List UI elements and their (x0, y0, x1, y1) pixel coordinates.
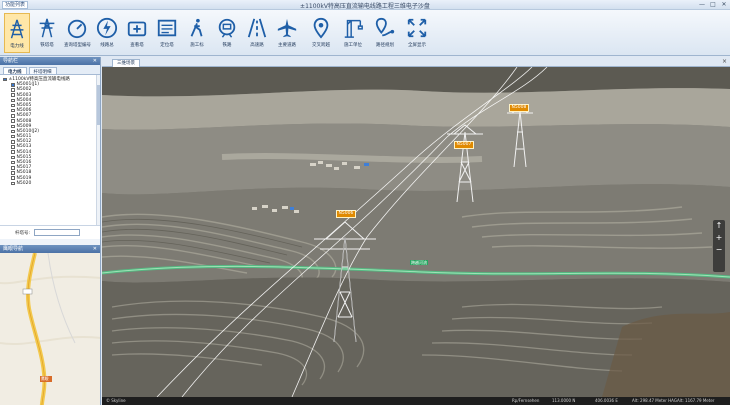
lightning-icon (96, 17, 118, 39)
train-icon (218, 18, 236, 38)
tower-icon (39, 18, 55, 38)
tool-query-tower[interactable]: 查询塔型编号 (64, 13, 91, 53)
checkbox-icon[interactable] (11, 129, 15, 134)
close-button[interactable]: ✕ (720, 1, 728, 9)
tree-item[interactable]: N5020 (3, 181, 100, 186)
document-tabs: 三维场景 × (102, 57, 730, 67)
tool-contractor[interactable]: 施工单位 (340, 13, 366, 53)
title-bar: 功能列表 ±1100kV特高压直流输电线路工程三维电子沙盘 — □ ✕ (0, 0, 730, 10)
checkbox-icon[interactable] (11, 155, 15, 160)
navigation-control: ↑ + − (713, 220, 725, 272)
checkbox-icon[interactable] (11, 108, 15, 113)
zoom-out-button[interactable]: − (713, 244, 725, 256)
checkbox-icon[interactable] (11, 145, 15, 149)
route-pin-icon (375, 17, 395, 37)
plane-icon (277, 18, 297, 38)
tower-search-label: 杆塔号: (15, 230, 31, 236)
main-viewport: 三维场景 × N5008 N5007 N5006 跨越河流 ↑ + − © Sk… (102, 57, 730, 405)
checkbox-icon[interactable] (11, 119, 15, 123)
tab-3d-scene[interactable]: 三维场景 (112, 59, 140, 67)
checkbox-icon[interactable] (11, 171, 15, 175)
walker-icon (190, 18, 203, 37)
tool-power-line[interactable]: 电力线 (4, 13, 30, 53)
crane-icon (344, 19, 363, 38)
checkbox-icon[interactable] (11, 160, 15, 165)
status-source: Rp/Fernsehen (512, 398, 540, 403)
tool-view-tower[interactable]: 查看塔 (124, 13, 150, 53)
tool-fullscreen[interactable]: 全屏显示 (404, 13, 430, 53)
tool-route-plan[interactable]: 路径规划 (372, 13, 398, 53)
status-bar: © Skyline Rp/Fernsehen 113.0000 N 406.00… (102, 397, 730, 405)
tree-item-label: N5020 (16, 180, 32, 186)
tower-label-n5006[interactable]: N5006 (336, 210, 356, 218)
checkbox-icon[interactable] (3, 77, 7, 82)
close-icon[interactable]: × (722, 58, 727, 65)
tower-label-n5007[interactable]: N5007 (454, 141, 474, 149)
tool-locate-tower[interactable]: 定位塔 (154, 13, 180, 53)
tool-crossing[interactable]: 交叉跨越 (308, 13, 334, 53)
tool-highway[interactable]: 高速路 (244, 13, 270, 53)
overview-map-header: 鹰眼导航 ✕ (0, 245, 100, 253)
tower-label-n5008[interactable]: N5008 (509, 104, 529, 112)
app-window: 功能列表 ±1100kV特高压直流输电线路工程三维电子沙盘 — □ ✕ 电力线 … (0, 0, 730, 405)
tab-tower-detail[interactable]: 杆塔明细 (28, 67, 57, 75)
tower-search-input[interactable] (34, 229, 81, 236)
pan-up-button[interactable]: ↑ (713, 220, 725, 232)
tool-main-road[interactable]: 主要道路 (274, 13, 300, 53)
status-longitude: 406.0036 E (595, 398, 618, 403)
checkbox-icon[interactable] (11, 98, 15, 103)
terrain-render (102, 67, 730, 397)
window-title: ±1100kV特高压直流输电线路工程三维电子沙盘 (300, 3, 430, 10)
minimize-button[interactable]: — (698, 1, 706, 9)
checkbox-icon[interactable] (11, 124, 15, 129)
checkbox-icon[interactable] (11, 103, 15, 108)
status-copyright: © Skyline (106, 398, 126, 403)
checkbox-icon[interactable] (11, 134, 15, 139)
tree-scrollbar[interactable] (96, 75, 100, 225)
list-icon (157, 19, 177, 37)
checkbox-icon[interactable] (11, 140, 15, 144)
status-altitude-hag: Alt: 298.47 Meter HAG (632, 398, 677, 403)
tool-tower[interactable]: 铁塔塔 (34, 13, 60, 53)
tab-power-line[interactable]: 电力线 (3, 67, 27, 75)
checkbox-icon[interactable] (11, 150, 15, 154)
checkbox-icon[interactable] (11, 176, 15, 180)
highway-icon (247, 18, 267, 38)
window-controls: — □ ✕ (698, 1, 728, 9)
overview-map[interactable]: 鹰眼 (0, 253, 100, 405)
tower-search-row: 杆塔号: (0, 225, 100, 239)
nav-panel-header: 导航栏 ✕ (0, 57, 100, 65)
zoom-in-button[interactable]: + (713, 232, 725, 244)
status-latitude: 113.0000 N (552, 398, 576, 403)
pin-icon[interactable]: ✕ (93, 57, 97, 65)
overview-marker-label: 鹰眼 (41, 376, 49, 381)
ribbon-toolbar: 电力线 铁塔塔 查询塔型编号 线路总 查看塔 定位塔 施工标 铁路 高速路 主要… (0, 10, 730, 56)
pylon-icon (10, 19, 24, 39)
checkbox-icon[interactable] (11, 88, 15, 92)
maximize-button[interactable]: □ (709, 1, 717, 9)
first-aid-icon (127, 21, 147, 37)
close-icon[interactable]: ✕ (93, 245, 97, 253)
tool-line-total[interactable]: 线路总 (94, 13, 120, 53)
tower-tree: ±1100kV特高压直流输电线路 N5001(J1) N5002 N5003 N500… (0, 75, 100, 225)
gauge-icon (67, 19, 87, 39)
fullscreen-icon (407, 18, 427, 38)
checkbox-icon[interactable] (11, 114, 15, 118)
pin-icon (313, 17, 329, 39)
status-altitude: Alt: 1167.79 Meter (677, 398, 715, 403)
nav-tabs: 电力线 杆塔明细 (0, 65, 100, 75)
overview-map-canvas (0, 253, 100, 405)
checkbox-icon[interactable] (11, 181, 15, 186)
scroll-thumb[interactable] (97, 85, 100, 125)
river-label: 跨越河流 (410, 260, 428, 265)
tool-railway[interactable]: 铁路 (214, 13, 240, 53)
3d-scene[interactable]: N5008 N5007 N5006 跨越河流 ↑ + − (102, 67, 730, 397)
navigation-panel: 导航栏 ✕ 电力线 杆塔明细 ±1100kV特高压直流输电线路 N5001(J1… (0, 57, 101, 405)
checkbox-icon[interactable] (11, 93, 15, 97)
checkbox-icon[interactable] (11, 166, 15, 170)
checkbox-icon[interactable] (11, 83, 15, 87)
tool-construction[interactable]: 施工标 (184, 13, 210, 53)
